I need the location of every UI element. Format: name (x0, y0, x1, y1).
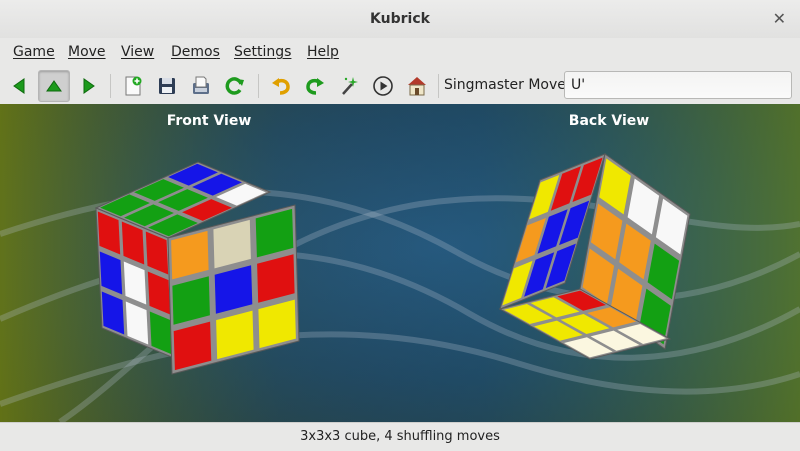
scene-canvas: Front View Back View (0, 104, 800, 422)
singmaster-moves-input[interactable] (564, 71, 792, 99)
menu-game[interactable]: Game (13, 44, 55, 60)
front-view-label: Front View (167, 113, 252, 129)
close-icon[interactable]: ✕ (773, 0, 786, 38)
menu-help[interactable]: Help (307, 44, 339, 60)
save-as-icon (193, 76, 209, 94)
view-up-button[interactable] (38, 70, 70, 102)
menu-view[interactable]: View (121, 44, 154, 60)
home-icon (408, 77, 426, 96)
back-view-label: Back View (569, 113, 649, 129)
redo-icon (306, 78, 324, 95)
arrow-up-icon (46, 80, 62, 92)
window-title: Kubrick (370, 11, 430, 27)
status-bar: 3x3x3 cube, 4 shuffling moves (0, 422, 800, 451)
menu-demos[interactable]: Demos (171, 44, 220, 60)
magic-wand-icon (342, 77, 358, 95)
status-text: 3x3x3 cube, 4 shuffling moves (300, 429, 500, 444)
title-bar: Kubrick ✕ (0, 0, 800, 39)
new-document-icon (125, 76, 142, 96)
redo-move-button[interactable] (72, 70, 104, 102)
save-button[interactable] (151, 70, 183, 102)
restart-button[interactable] (219, 70, 251, 102)
reload-icon (225, 77, 244, 95)
play-demo-button[interactable] (367, 70, 399, 102)
cube-scene[interactable]: Front View Back View (0, 104, 800, 422)
floppy-icon (159, 78, 175, 94)
toolbar-separator (110, 74, 111, 98)
undo-button[interactable] (265, 70, 297, 102)
solve-button[interactable] (333, 70, 365, 102)
undo-icon (272, 78, 290, 95)
main-window: Kubrick ✕ Game Move View Demos Settings … (0, 0, 800, 451)
arrow-right-icon (83, 78, 95, 94)
singmaster-moves-label: Singmaster Moves (444, 77, 574, 93)
undo-move-button[interactable] (4, 70, 36, 102)
new-game-button[interactable] (117, 70, 149, 102)
menu-settings[interactable]: Settings (234, 44, 291, 60)
menu-move[interactable]: Move (68, 44, 106, 60)
arrow-left-icon (13, 78, 25, 94)
redo-button[interactable] (299, 70, 331, 102)
toolbar-separator (438, 74, 439, 98)
save-as-button[interactable] (185, 70, 217, 102)
menu-bar: Game Move View Demos Settings Help (0, 38, 800, 68)
play-icon (373, 76, 393, 96)
toolbar: Singmaster Moves (0, 68, 800, 104)
toolbar-separator (258, 74, 259, 98)
home-button[interactable] (401, 70, 433, 102)
